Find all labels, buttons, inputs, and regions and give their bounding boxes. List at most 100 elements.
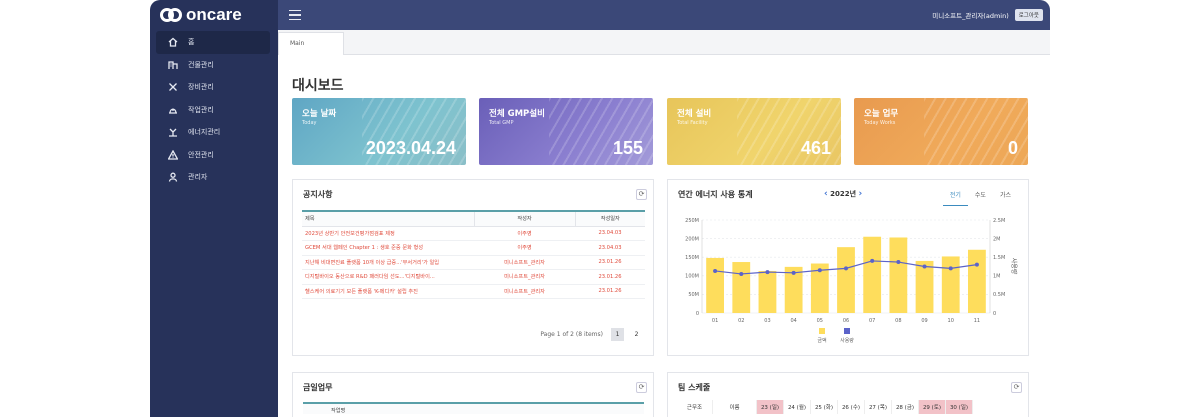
refresh-icon[interactable]: ⟳ [1011,382,1022,393]
prev-year-icon[interactable]: ‹ [824,189,828,199]
y-left-tick-label: 0 [696,311,699,317]
sidebar-item-label: 안전관리 [188,150,214,159]
panel-title: 팀 스케줄 [678,383,711,392]
sidebar-item-label: 건물관리 [188,60,214,69]
menu-icon[interactable] [289,10,301,20]
column-header: 23 (일) [757,400,784,414]
card-title: 오늘 날짜 [302,109,337,119]
line-point [713,268,718,273]
card-value: 461 [800,138,831,158]
page-title: 대시보드 [292,78,344,94]
panel-title: 공지사항 [303,190,333,199]
panel-title: 연간 에너지 사용 통계 [678,190,753,199]
page-button-2[interactable]: 2 [630,328,643,341]
sidebar-item-admin[interactable]: 관리자 [156,166,270,189]
refresh-icon[interactable]: ⟳ [636,382,647,393]
card-title: 전체 설비 [677,109,712,119]
sidebar-item-safety[interactable]: 안전관리 [156,144,270,167]
y-right-tick-label: 2.5M [993,218,1005,224]
legend-swatch-line [844,328,850,334]
energy-panel: 연간 에너지 사용 통계 ‹ 2022년 › 전기 수도 가스 0 50M 100M… [667,179,1029,356]
y-left-tick-label: 150M [685,255,699,261]
sidebar-item-energy[interactable]: 에너지관리 [156,121,270,144]
table-row[interactable]: 지난해 비대면진료 플랫폼 10개 이상 급증...'무서거리'가 일입 미니소프… [302,255,645,270]
line-point [948,266,953,271]
column-header: 28 (금) [892,400,919,414]
next-year-icon[interactable]: › [859,189,863,199]
user-icon [168,172,178,182]
table-row[interactable]: 2023년 상반기 안전보건평가점검표 제정 이주영 23.04.03 [302,226,645,241]
x-tick-label: 09 [921,318,927,324]
column-header[interactable]: 작업명 [303,402,644,414]
y-right-tick-label: 1M [993,274,1001,280]
column-header[interactable]: 제목 [302,210,474,227]
notice-table: 제목 작성자 작성일자 2023년 상반기 안전보건평가점검표 제정 이주영 23.… [302,210,645,299]
stat-card-facility: 전체 설비 Total Facility 461 [667,98,841,165]
y-right-tick-label: 0 [993,311,996,317]
column-header[interactable]: 작성일자 [574,210,645,227]
x-tick-label: 07 [869,318,875,324]
tab-water[interactable]: 수도 [968,187,993,206]
x-tick-label: 11 [974,318,980,324]
top-bar: 미니소프트_관리자(admin) 로그아웃 [278,0,1050,30]
y-left-tick-label: 100M [685,274,699,280]
bar [968,249,986,313]
notice-title[interactable]: 디지털바이오 동산으로 R&D 패러다임 선도...'디지털바이... [302,269,474,285]
team-schedule-panel: 팀 스케줄 ⟳ 근무조 이름 23 (일) 24 (월) 25 (화) 26 (… [667,372,1029,417]
notice-date: 23.01.26 [575,284,645,299]
sidebar-item-label: 작업관리 [188,105,214,114]
stat-card-works: 오늘 업무 Today Works 0 [854,98,1028,165]
sidebar-item-building[interactable]: 건물관리 [156,54,270,77]
y-right-axis-label: 사용량 [1010,258,1018,275]
tab-main[interactable]: Main [278,32,344,56]
building-icon [168,60,178,70]
sidebar-nav: 홈 건물관리 장비관리 작업관리 에너지관리 안전관리 관리자 [150,31,278,189]
brand-name: oncare [186,5,242,24]
legend-swatch-bar [819,328,825,334]
main-content: 대시보드 오늘 날짜 Today 2023.04.24 전체 GMP설비 Tot… [278,55,1050,417]
bar [915,260,934,313]
stat-card-gmp: 전체 GMP설비 Total GMP 155 [479,98,653,165]
tab-strip: Main [278,30,1050,56]
notice-title[interactable]: 지난해 비대면진료 플랫폼 10개 이상 급증...'무서거리'가 일입 [302,255,474,270]
sidebar-item-label: 홈 [188,38,195,47]
column-header: 26 (수) [838,400,865,414]
stat-card-today: 오늘 날짜 Today 2023.04.24 [292,98,466,165]
line-point [974,262,979,267]
tab-gas[interactable]: 가스 [993,187,1018,206]
card-value: 2023.04.24 [365,138,456,158]
column-header: 24 (월) [784,400,811,414]
card-subtitle: Today [302,120,317,126]
line-point [870,258,875,263]
refresh-icon[interactable]: ⟳ [636,189,647,200]
table-row[interactable]: 헬스케어 의료기기 모든 플랫폼 'K-메디카' 설립 추진 미니소프트_관리자 2… [302,284,645,299]
column-header: 29 (토) [919,400,946,414]
brand-logo[interactable]: oncare [150,0,278,30]
notice-title[interactable]: GCEM 서대 웹페인 Chapter 1 : 생호 준중 문화 형성 [302,240,474,256]
line-point [844,266,848,271]
x-tick-label: 06 [843,318,849,324]
notice-title[interactable]: 헬스케어 의료기기 모든 플랫폼 'K-메디카' 설립 추진 [302,284,474,299]
x-tick-label: 04 [790,318,796,324]
sidebar-item-label: 관리자 [188,173,208,182]
y-right-tick-label: 1.5M [993,255,1005,261]
sidebar-item-equipment[interactable]: 장비관리 [156,76,270,99]
tab-electricity[interactable]: 전기 [942,187,968,206]
table-row[interactable]: GCEM 서대 웹페인 Chapter 1 : 생호 준중 문화 형성 이주영 23… [302,240,645,256]
logout-button[interactable]: 로그아웃 [1014,9,1043,21]
energy-chart: 0 50M 100M 150M 200M 250M 0 0.5M 1M 1.5M 2M 2.5M 사용량… [685,218,1018,344]
warning-icon [168,149,178,160]
notice-title[interactable]: 2023년 상반기 안전보건평가점검표 제정 [302,226,474,241]
sidebar-item-home[interactable]: 홈 [156,31,270,54]
notice-author: 이주영 [474,240,575,256]
y-right-tick-label: 0.5M [993,292,1005,298]
sidebar-item-label: 장비관리 [188,83,214,92]
table-row[interactable]: 디지털바이오 동산으로 R&D 패러다임 선도...'디지털바이... 미니소프트… [302,269,645,285]
page-button-1[interactable]: 1 [611,328,624,341]
notice-author: 이주영 [474,226,575,241]
column-header: 이름 [713,400,757,414]
column-header[interactable]: 작성자 [473,210,575,227]
sidebar-item-work[interactable]: 작업관리 [156,99,270,122]
notice-date: 23.01.26 [575,269,645,285]
notice-date: 23.04.03 [575,240,645,256]
